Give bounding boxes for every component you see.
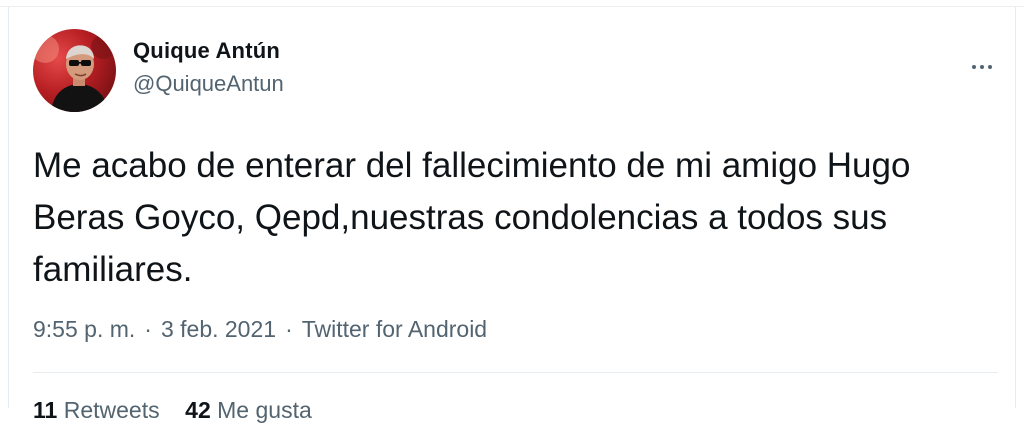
avatar[interactable] xyxy=(33,29,116,112)
likes-count: 42 xyxy=(185,397,211,423)
tweet-date[interactable]: 3 feb. 2021 xyxy=(161,316,276,343)
retweets-count: 11 xyxy=(33,397,58,423)
meta-separator: · xyxy=(144,316,152,342)
avatar-image xyxy=(33,35,115,112)
meta-separator: · xyxy=(285,316,293,342)
tweet-time[interactable]: 9:55 p. m. xyxy=(33,316,135,343)
likes-stat[interactable]: 42 Me gusta xyxy=(185,397,312,423)
retweets-stat[interactable]: 11 Retweets xyxy=(33,397,160,423)
retweets-label: Retweets xyxy=(63,397,160,423)
likes-label: Me gusta xyxy=(217,397,312,423)
more-horizontal-icon[interactable] xyxy=(962,54,1002,80)
tweet-source[interactable]: Twitter for Android xyxy=(302,316,487,343)
stats-divider xyxy=(33,372,998,373)
more-dot xyxy=(980,65,984,69)
tweet-text: Me acabo de enterar del fallecimiento de… xyxy=(33,146,921,289)
engagement-stats: 11 Retweets 42 Me gusta xyxy=(33,397,312,424)
more-dot xyxy=(988,65,992,69)
tweet-metadata: 9:55 p. m. · 3 feb. 2021 · Twitter for A… xyxy=(33,316,487,343)
author-name[interactable]: Quique Antún xyxy=(133,38,280,64)
author-handle[interactable]: @QuiqueAntun xyxy=(133,71,284,97)
more-dot xyxy=(972,65,976,69)
